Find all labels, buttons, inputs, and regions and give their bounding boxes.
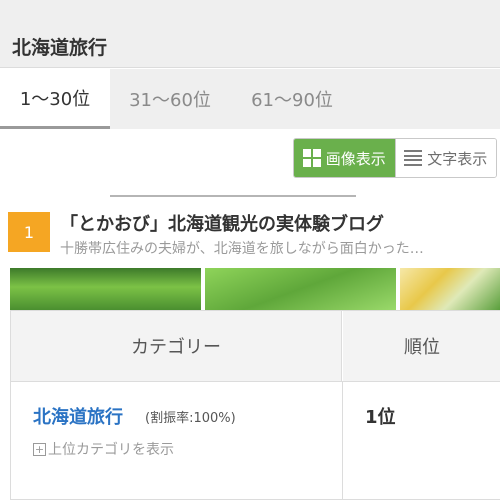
rank-header: 順位 <box>343 311 500 381</box>
blog-thumbnails <box>10 268 500 310</box>
show-parent-category-label: 上位カテゴリを表示 <box>48 442 174 458</box>
plus-icon: + <box>33 442 46 456</box>
category-table: カテゴリー 順位 北海道旅行 (割振率:100%) + 上位カテゴリを表示 1位 <box>10 310 500 500</box>
text-view-label: 文字表示 <box>427 149 488 168</box>
category-rank-value: 1位 <box>365 407 396 428</box>
show-parent-category-button[interactable]: + 上位カテゴリを表示 <box>33 439 174 459</box>
table-column-divider <box>342 381 343 500</box>
thumbnail-image[interactable] <box>205 268 396 310</box>
image-view-label: 画像表示 <box>325 149 386 168</box>
page-header: 北海道旅行 <box>0 0 500 68</box>
thumbnail-image[interactable] <box>10 268 201 310</box>
thumbnail-image[interactable] <box>400 268 500 310</box>
tab-rank-61-90[interactable]: 61〜90位 <box>232 69 352 129</box>
category-link[interactable]: 北海道旅行 <box>33 403 123 429</box>
table-divider <box>11 381 500 382</box>
tab-rank-1-30[interactable]: 1〜30位 <box>0 69 110 129</box>
page-title: 北海道旅行 <box>12 37 108 59</box>
category-header: カテゴリー <box>11 311 342 381</box>
image-view-button[interactable]: 画像表示 <box>294 139 395 177</box>
rank-tabs: 1〜30位 31〜60位 61〜90位 <box>0 69 500 197</box>
blog-title-link[interactable]: 「とかおび」北海道観光の実体験ブログ <box>60 210 384 236</box>
rank-badge: 1 <box>8 212 50 252</box>
view-toggle: 画像表示 文字表示 <box>293 138 497 178</box>
tab-rank-31-60[interactable]: 31〜60位 <box>110 69 230 129</box>
list-icon <box>404 150 423 166</box>
tabs-divider <box>110 195 356 197</box>
category-rate: (割振率:100%) <box>145 411 236 426</box>
grid-icon <box>302 149 321 167</box>
text-view-button[interactable]: 文字表示 <box>394 139 496 177</box>
blog-description: 十勝帯広住みの夫婦が、北海道を旅しながら面白かった… <box>60 241 424 257</box>
